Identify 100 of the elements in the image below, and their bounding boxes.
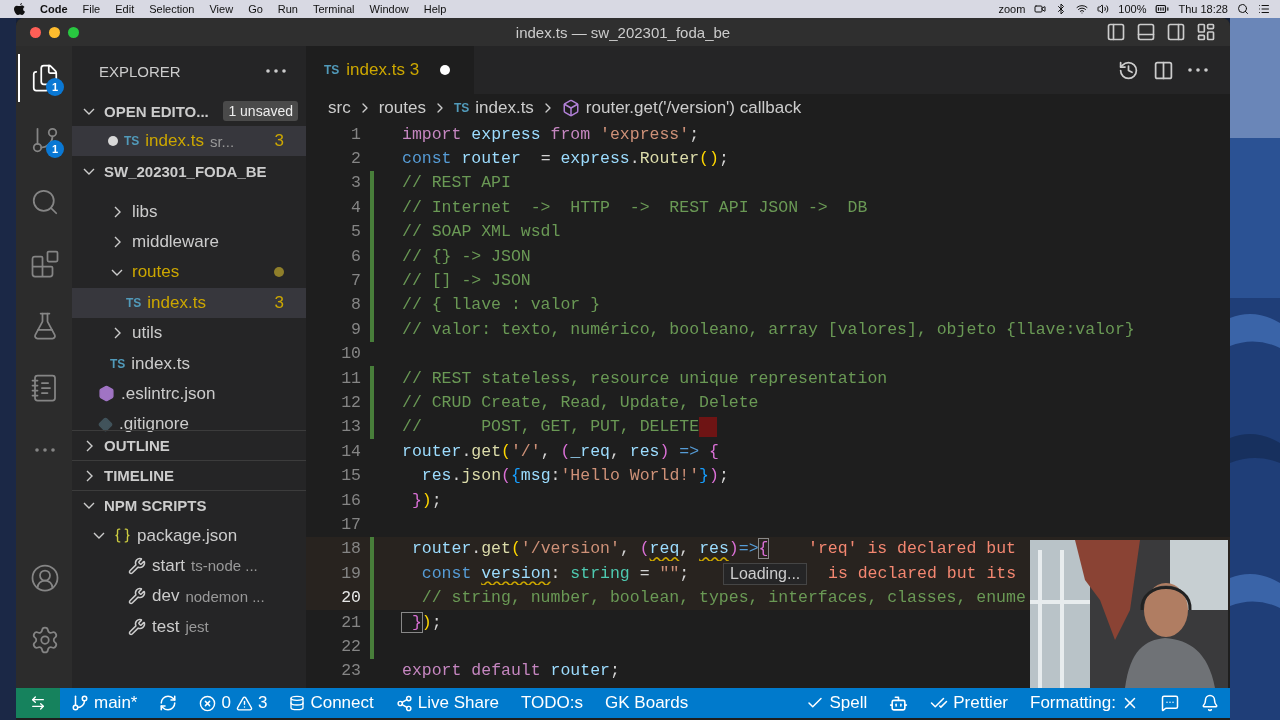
- formatting-button[interactable]: Formatting:: [1019, 688, 1150, 718]
- clock[interactable]: Thu 18:28: [1178, 3, 1228, 15]
- script-item[interactable]: test jest: [72, 611, 306, 642]
- panel-left-icon[interactable]: [1106, 22, 1126, 42]
- code-line: // string, number, boolean, types, interfaces, classes, enume: [420, 588, 1026, 608]
- tree-entry[interactable]: TS index.ts 3: [72, 287, 306, 318]
- code-line: });: [402, 612, 442, 632]
- line-number: 21: [340, 612, 361, 632]
- status-item[interactable]: TODO:s: [510, 688, 595, 718]
- chevron-down-icon: [93, 532, 105, 540]
- menu-item[interactable]: Window: [369, 3, 409, 15]
- menu-item[interactable]: Edit: [115, 3, 135, 15]
- line-number: 18: [340, 539, 361, 559]
- files-tab[interactable]: 1: [18, 54, 70, 102]
- code-line: // Internet -> HTTP -> REST API JSON -> DB: [402, 197, 868, 217]
- breadcrumb[interactable]: src: [328, 98, 351, 118]
- editor-tab[interactable]: TS index.ts 3: [306, 46, 475, 94]
- script-item[interactable]: start ts-node ...: [72, 550, 306, 582]
- diamond-icon: [98, 416, 113, 432]
- more-icon[interactable]: [1188, 68, 1208, 72]
- menu-item[interactable]: Run: [277, 3, 298, 15]
- layout-icon[interactable]: [1196, 22, 1216, 42]
- status-item[interactable]: GK Boards: [594, 688, 700, 718]
- line-number: 17: [340, 514, 361, 534]
- bot-icon: [889, 693, 909, 713]
- history-icon[interactable]: [1118, 59, 1139, 81]
- cube-icon: [561, 99, 580, 117]
- script-item[interactable]: dev nodemon ...: [72, 581, 306, 612]
- sidebar-title: EXPLORER: [99, 62, 181, 80]
- wifi-icon[interactable]: [1076, 3, 1089, 15]
- line-number: 19: [340, 563, 361, 583]
- connect-button[interactable]: Connect: [278, 688, 385, 718]
- menu-item[interactable]: File: [82, 3, 101, 15]
- chevron-down-icon: [83, 107, 95, 115]
- chevron-right-icon: [85, 469, 93, 482]
- breadcrumb[interactable]: index.ts: [475, 98, 534, 118]
- folder-item[interactable]: middleware: [72, 226, 306, 258]
- section-header[interactable]: NPM SCRIPTS: [72, 490, 306, 521]
- source-control-tab[interactable]: 1: [18, 116, 70, 164]
- folder-item[interactable]: libs: [72, 196, 306, 227]
- battery-percent: 100%: [1118, 3, 1147, 15]
- zoom-light[interactable]: [68, 26, 79, 38]
- files-icon: [30, 63, 60, 93]
- volume-icon[interactable]: [1097, 3, 1110, 15]
- menu-item[interactable]: Terminal: [313, 3, 355, 15]
- more-icon: [35, 448, 55, 452]
- prettier-button[interactable]: Prettier: [919, 688, 1019, 718]
- camera-icon[interactable]: [1034, 3, 1047, 15]
- panel-bottom-icon[interactable]: [1136, 22, 1156, 42]
- line-number: 15: [340, 466, 361, 486]
- code-line: const version: string = "";: [420, 563, 690, 583]
- folder-item[interactable]: utils: [72, 317, 306, 349]
- liveshare-button[interactable]: Live Share: [384, 688, 510, 718]
- code-line: // valor: texto, numérico, booleano, array [valores], objeto {llave:valor}: [402, 319, 1135, 339]
- line-number: 2: [350, 149, 361, 169]
- minimize-light[interactable]: [49, 26, 60, 38]
- spell-button[interactable]: Spell: [795, 688, 879, 718]
- line-number: 4: [350, 197, 361, 217]
- menu-item[interactable]: Go: [248, 3, 263, 15]
- section-header[interactable]: TIMELINE: [72, 460, 306, 491]
- menu-item[interactable]: Help: [423, 3, 447, 15]
- breadcrumb[interactable]: routes: [378, 98, 426, 118]
- problems-button[interactable]: 0 3: [188, 688, 279, 718]
- section-header[interactable]: OPEN EDITO... 1 unsaved: [72, 96, 306, 126]
- remote-button[interactable]: [16, 688, 60, 718]
- line-number: 1: [350, 124, 361, 144]
- tree-entry[interactable]: .eslintrc.json: [72, 378, 306, 410]
- line-number: 13: [340, 417, 361, 437]
- line-number: 20: [340, 588, 361, 608]
- section-header[interactable]: OUTLINE: [72, 430, 306, 461]
- apple-icon: [14, 2, 25, 16]
- code-line: res.json({msg:'Hello World!'});: [420, 466, 729, 486]
- breadcrumb[interactable]: router.get('/version') callback: [585, 98, 802, 118]
- hexagon-icon: [98, 385, 115, 403]
- chevron-right-icon: [113, 205, 121, 218]
- search-icon[interactable]: [1237, 3, 1249, 15]
- menu-item[interactable]: View: [209, 3, 234, 15]
- list-icon[interactable]: [1258, 3, 1270, 15]
- close-light[interactable]: [30, 26, 41, 38]
- battery-icon[interactable]: [1155, 2, 1170, 16]
- open-editor-item[interactable]: TS index.ts sr... 3: [72, 126, 306, 157]
- line-number: 7: [350, 271, 361, 291]
- branch-button[interactable]: main*: [60, 688, 149, 718]
- remote-icon: [30, 695, 46, 711]
- window-title: index.ts — sw_202301_foda_be: [515, 23, 731, 41]
- app-menu[interactable]: Code: [40, 3, 68, 15]
- folder-item[interactable]: routes: [72, 257, 306, 288]
- more-icon[interactable]: [266, 69, 286, 73]
- error-icon: [199, 694, 217, 712]
- chevron-down-icon: [83, 502, 95, 510]
- menu-item[interactable]: Selection: [149, 3, 195, 15]
- panel-right-icon[interactable]: [1166, 22, 1186, 42]
- tree-entry[interactable]: TS index.ts: [72, 348, 306, 379]
- bell-icon: [1201, 694, 1219, 712]
- split-icon[interactable]: [1153, 59, 1174, 81]
- zoom-menu-item[interactable]: zoom: [998, 3, 1026, 15]
- code-line: router.get('/version', (req, res)=>{: [410, 539, 769, 559]
- section-header[interactable]: SW_202301_FODA_BE: [72, 156, 306, 187]
- settings-icon: [30, 625, 60, 655]
- package-item[interactable]: package.json: [72, 520, 306, 551]
